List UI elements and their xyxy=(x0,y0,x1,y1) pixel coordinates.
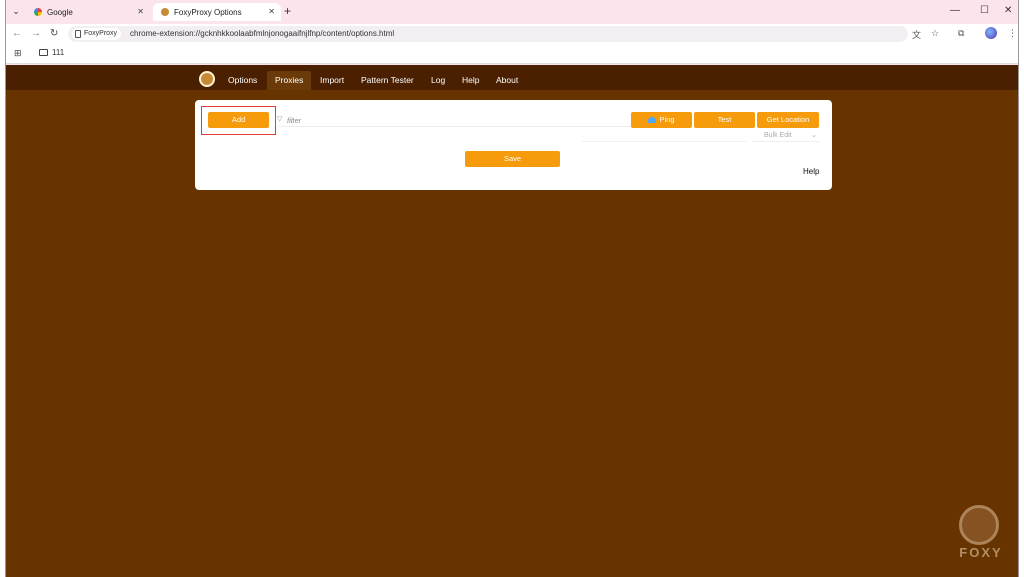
bulk-edit-label: Bulk Edit xyxy=(764,132,792,139)
filter-input[interactable] xyxy=(287,114,627,126)
bookmarks-bar: ⊞ 111 xyxy=(6,44,1018,64)
get-location-button[interactable]: Get Location xyxy=(757,112,819,128)
add-button[interactable]: Add xyxy=(208,112,269,128)
fox-logo-icon xyxy=(959,505,999,545)
nav-log[interactable]: Log xyxy=(431,71,445,90)
bookmark-folder-label: 111 xyxy=(52,48,65,57)
wifi-icon xyxy=(648,117,657,124)
foxyproxy-logo-icon xyxy=(161,8,169,16)
nav-about[interactable]: About xyxy=(496,71,518,90)
tab-foxyproxy-options[interactable]: FoxyProxy Options ✕ xyxy=(153,3,281,21)
profile-avatar[interactable] xyxy=(985,27,997,39)
site-chip[interactable]: FoxyProxy xyxy=(72,28,122,40)
foxy-watermark: FOXY xyxy=(946,505,1016,565)
top-nav: Options Proxies Import Pattern Tester Lo… xyxy=(6,65,1018,90)
ping-button[interactable]: Ping xyxy=(631,112,692,128)
google-icon xyxy=(34,8,42,16)
new-tab-icon[interactable]: + xyxy=(284,4,291,18)
bulk-edit-select[interactable]: Bulk Edit ⌄ xyxy=(752,130,819,142)
tab-title: FoxyProxy Options xyxy=(174,7,242,17)
tab-google[interactable]: Google ✕ xyxy=(26,3,150,21)
tab-strip: ⌄ Google ✕ FoxyProxy Options ✕ + — ☐ ✕ xyxy=(6,0,1018,24)
extensions-icon[interactable]: ⧉ xyxy=(958,28,964,39)
foxyproxy-options-page: Options Proxies Import Pattern Tester Lo… xyxy=(6,65,1018,577)
watermark-text: FOXY xyxy=(959,545,1003,560)
translate-icon[interactable]: 文 xyxy=(912,28,921,41)
star-icon[interactable]: ☆ xyxy=(931,28,939,39)
apps-icon[interactable]: ⊞ xyxy=(14,49,23,58)
close-icon[interactable]: ✕ xyxy=(137,7,144,16)
row-placeholder xyxy=(582,130,747,142)
help-link[interactable]: Help xyxy=(803,167,819,176)
filter-field[interactable]: ▽ xyxy=(277,113,632,127)
nav-help[interactable]: Help xyxy=(462,71,479,90)
search-tabs-icon[interactable]: ⌄ xyxy=(9,4,23,18)
nav-options[interactable]: Options xyxy=(228,71,257,90)
maximize-icon[interactable]: ☐ xyxy=(980,5,989,16)
test-button[interactable]: Test xyxy=(694,112,755,128)
back-icon[interactable]: ← xyxy=(12,28,22,39)
close-icon[interactable]: ✕ xyxy=(268,7,275,16)
nav-import[interactable]: Import xyxy=(320,71,344,90)
url-text[interactable]: chrome-extension://gcknhkkoolaabfmlnjono… xyxy=(130,28,394,40)
proxies-panel: Add ▽ Ping Test Get Location Bulk Edit ⌄… xyxy=(195,100,832,190)
tab-title: Google xyxy=(47,7,73,17)
address-bar[interactable]: FoxyProxy chrome-extension://gcknhkkoola… xyxy=(68,26,908,42)
filter-icon: ▽ xyxy=(277,116,283,123)
window-close-icon[interactable]: ✕ xyxy=(1004,5,1012,16)
folder-icon xyxy=(39,49,48,56)
nav-proxies[interactable]: Proxies xyxy=(267,71,312,90)
forward-icon[interactable]: → xyxy=(31,28,41,39)
chevron-down-icon: ⌄ xyxy=(811,132,817,139)
save-button[interactable]: Save xyxy=(465,151,560,167)
ping-label: Ping xyxy=(659,115,675,124)
bookmark-folder[interactable]: 111 xyxy=(39,48,64,57)
extension-page-icon xyxy=(75,30,81,38)
site-chip-label: FoxyProxy xyxy=(84,30,118,37)
browser-toolbar: ← → ↻ FoxyProxy chrome-extension://gcknh… xyxy=(6,24,1018,44)
reload-icon[interactable]: ↻ xyxy=(50,28,58,39)
nav-pattern-tester[interactable]: Pattern Tester xyxy=(361,71,414,90)
minimize-icon[interactable]: — xyxy=(950,5,960,16)
browser-window: ⌄ Google ✕ FoxyProxy Options ✕ + — ☐ ✕ ←… xyxy=(5,0,1019,577)
foxyproxy-logo-icon xyxy=(199,71,215,87)
menu-icon[interactable]: ⋮ xyxy=(1008,28,1017,39)
